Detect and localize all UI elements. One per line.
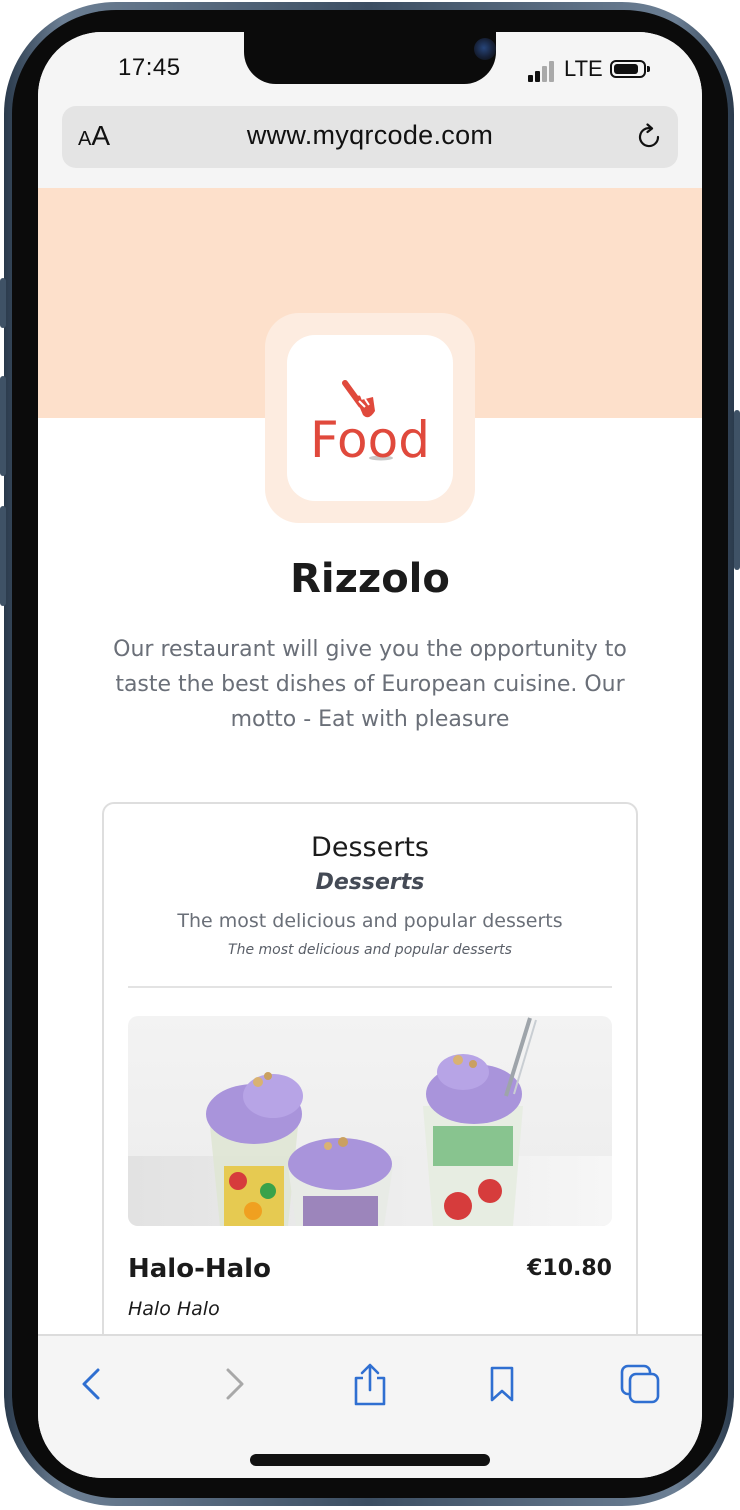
home-indicator[interactable] xyxy=(250,1454,490,1466)
back-icon[interactable] xyxy=(70,1362,114,1406)
item-photo[interactable] xyxy=(128,1016,612,1226)
restaurant-logo: Food xyxy=(287,335,453,501)
phone-mockup: 17:45 LTE AA www.myqrcode.com Food Rizzo… xyxy=(0,0,740,1510)
browser-address-area: AA www.myqrcode.com xyxy=(38,104,702,190)
tabs-icon[interactable] xyxy=(618,1362,662,1406)
front-camera-icon xyxy=(474,38,496,60)
item-name-alt: Halo Halo xyxy=(128,1298,220,1320)
volume-up-button xyxy=(0,376,6,476)
category-description-alt: The most delicious and popular desserts xyxy=(228,942,512,958)
forward-icon[interactable] xyxy=(212,1362,256,1406)
restaurant-description: Our restaurant will give you the opportu… xyxy=(113,637,627,732)
signal-strength-icon xyxy=(528,60,560,82)
restaurant-logo-frame: Food xyxy=(265,313,475,523)
share-icon[interactable] xyxy=(348,1362,392,1406)
silent-switch xyxy=(0,278,6,328)
status-time: 17:45 xyxy=(118,54,181,81)
logo-wordmark: Food xyxy=(310,411,430,469)
battery-icon xyxy=(610,60,650,78)
food-logo-icon: Food xyxy=(310,380,430,469)
restaurant-name: Rizzolo xyxy=(290,556,450,602)
category-title: Desserts xyxy=(311,832,429,863)
power-button xyxy=(734,410,740,570)
status-bar: 17:45 LTE xyxy=(38,32,702,104)
item-price: €10.80 xyxy=(527,1256,612,1281)
dessert-illustration xyxy=(128,1017,612,1226)
category-title-alt: Desserts xyxy=(315,870,425,895)
card-divider xyxy=(128,986,612,988)
network-type: LTE xyxy=(564,56,603,81)
reload-icon[interactable] xyxy=(634,122,664,152)
url-text[interactable]: www.myqrcode.com xyxy=(62,120,678,151)
volume-down-button xyxy=(0,506,6,606)
notch xyxy=(244,32,496,84)
category-description: The most delicious and popular desserts xyxy=(177,910,563,932)
item-name: Halo-Halo xyxy=(128,1254,271,1284)
address-bar[interactable]: AA www.myqrcode.com xyxy=(62,106,678,168)
phone-screen: 17:45 LTE AA www.myqrcode.com Food Rizzo… xyxy=(38,32,702,1478)
bookmarks-icon[interactable] xyxy=(480,1362,524,1406)
